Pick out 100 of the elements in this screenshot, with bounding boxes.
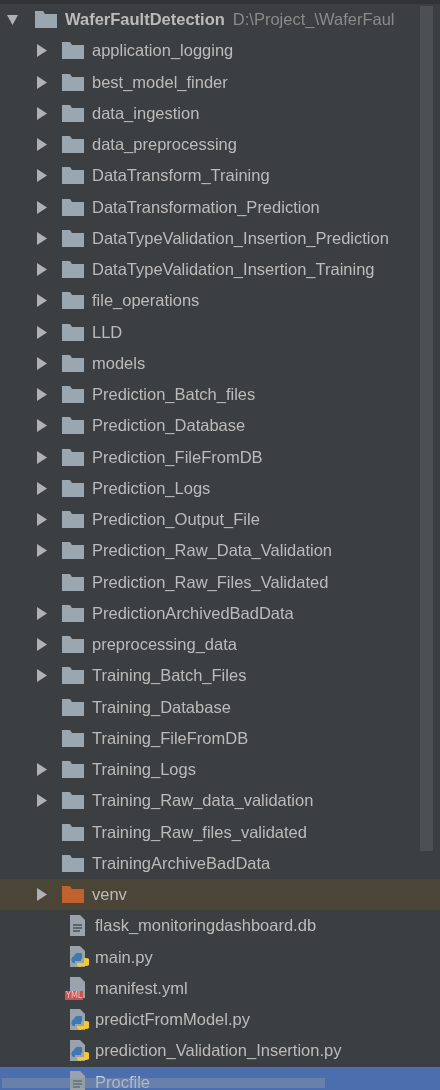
tree-row[interactable]: Training_Raw_data_validation (0, 785, 440, 817)
collapsed-arrow-icon[interactable] (36, 606, 47, 620)
collapsed-arrow-icon[interactable] (36, 450, 47, 464)
folder-name: LLD (92, 322, 123, 342)
folder-name: data_preprocessing (92, 135, 237, 155)
collapsed-arrow-icon[interactable] (36, 481, 47, 495)
folder-name: DataTransform_Training (92, 166, 270, 186)
tree-row[interactable]: DataTypeValidation_Insertion_Training (0, 254, 440, 286)
folder-name: Training_FileFromDB (92, 728, 249, 748)
folder-name: best_model_finder (92, 72, 228, 92)
folder-name: venv (92, 885, 127, 905)
tree-row[interactable]: main.py (0, 941, 440, 973)
folder-name: Prediction_Raw_Data_Validation (92, 541, 332, 561)
folder-name: application_logging (92, 41, 234, 61)
folder-name: DataTypeValidation_Insertion_Training (92, 260, 375, 280)
tree-row[interactable]: Training_Logs (0, 754, 440, 786)
collapsed-arrow-icon[interactable] (36, 294, 47, 308)
collapsed-arrow-icon[interactable] (36, 513, 47, 527)
folder-icon (62, 448, 84, 466)
folder-name: Training_Raw_files_validated (92, 822, 307, 842)
project-name[interactable]: WaferFaultDetection (65, 10, 225, 30)
folder-icon (62, 573, 84, 591)
folder-name: Prediction_FileFromDB (92, 447, 263, 467)
tree-row[interactable]: Training_Database (0, 691, 440, 723)
tree-row[interactable]: Prediction_Batch_files (0, 379, 440, 411)
tree-row[interactable]: DataTypeValidation_Insertion_Prediction (0, 222, 440, 254)
folder-name: Prediction_Raw_Files_Validated (92, 572, 329, 592)
collapsed-arrow-icon[interactable] (36, 263, 47, 277)
folder-icon (62, 542, 84, 560)
tree-row[interactable]: best_model_finder (0, 66, 440, 98)
collapsed-arrow-icon[interactable] (36, 419, 47, 433)
collapsed-arrow-icon[interactable] (36, 169, 47, 183)
collapsed-arrow-icon[interactable] (36, 75, 47, 89)
tree-row[interactable]: models (0, 347, 440, 379)
folder-icon (62, 386, 84, 404)
folder-icon (62, 511, 84, 529)
tree-row[interactable]: file_operations (0, 285, 440, 317)
folder-name: Prediction_Logs (92, 478, 211, 498)
folder-name: Prediction_Database (92, 416, 246, 436)
folder-name: models (92, 353, 146, 373)
collapsed-arrow-icon[interactable] (36, 388, 47, 402)
folder-name: Training_Raw_data_validation (92, 791, 314, 811)
folder-name: data_ingestion (92, 103, 200, 123)
collapsed-arrow-icon[interactable] (36, 231, 47, 245)
folder-icon (62, 761, 84, 779)
folder-name: PredictionArchivedBadData (92, 603, 294, 623)
collapsed-arrow-icon[interactable] (36, 138, 47, 152)
tree-row[interactable]: DataTransformation_Prediction (0, 191, 440, 223)
file-name: manifest.yml (95, 978, 188, 998)
collapsed-arrow-icon[interactable] (36, 638, 47, 652)
tree-row[interactable]: DataTransform_Training (0, 160, 440, 192)
tree-row[interactable]: TrainingArchiveBadData (0, 847, 440, 879)
collapsed-arrow-icon[interactable] (36, 669, 47, 683)
folder-icon (62, 636, 84, 654)
file-name: main.py (95, 947, 153, 967)
project-path: D:\Project_\WaferFaul (232, 10, 395, 30)
collapsed-arrow-icon[interactable] (36, 356, 47, 370)
tree-row[interactable]: Training_Raw_files_validated (0, 816, 440, 848)
tree-row[interactable]: LLD (0, 316, 440, 348)
folder-icon (62, 667, 84, 685)
tree-row[interactable]: application_logging (0, 35, 440, 67)
folder-name: TrainingArchiveBadData (92, 853, 271, 873)
tree-row[interactable]: Training_FileFromDB (0, 722, 440, 754)
collapsed-arrow-icon[interactable] (36, 106, 47, 120)
folder-icon (62, 886, 84, 904)
excluded-tree-row[interactable]: venv (0, 879, 440, 911)
tree-row[interactable]: Training_Batch_Files (0, 660, 440, 692)
expanded-arrow-icon[interactable] (7, 13, 18, 27)
tree-row[interactable]: data_ingestion (0, 97, 440, 129)
tree-row[interactable]: data_preprocessing (0, 129, 440, 161)
tree-row[interactable]: preprocessing_data (0, 629, 440, 661)
collapsed-arrow-icon[interactable] (36, 794, 47, 808)
tree-row[interactable]: predictFromModel.py (0, 1004, 440, 1036)
folder-name: Training_Batch_Files (92, 666, 247, 686)
tree-row[interactable]: YML manifest.yml (0, 972, 440, 1004)
folder-icon (35, 11, 57, 29)
collapsed-arrow-icon[interactable] (36, 544, 47, 558)
folder-name: DataTypeValidation_Insertion_Prediction (92, 228, 389, 248)
tree-row[interactable]: prediction_Validation_Insertion.py (0, 1035, 440, 1067)
folder-icon (62, 73, 84, 91)
folder-name: Prediction_Output_File (92, 510, 260, 530)
collapsed-arrow-icon[interactable] (36, 888, 47, 902)
file-name: prediction_Validation_Insertion.py (95, 1041, 342, 1061)
folder-name: DataTransformation_Prediction (92, 197, 320, 217)
tree-row[interactable]: Prediction_Logs (0, 472, 440, 504)
tree-row[interactable]: Prediction_Database (0, 410, 440, 442)
collapsed-arrow-icon[interactable] (36, 44, 47, 58)
folder-icon (62, 823, 84, 841)
tree-row[interactable]: Prediction_Raw_Files_Validated (0, 566, 440, 598)
tree-row[interactable]: Prediction_FileFromDB (0, 441, 440, 473)
tree-row[interactable]: PredictionArchivedBadData (0, 597, 440, 629)
tree-row[interactable]: flask_monitoringdashboard.db (0, 910, 440, 942)
tree-row[interactable]: Prediction_Output_File (0, 504, 440, 536)
horizontal-scrollbar[interactable] (2, 1078, 325, 1088)
collapsed-arrow-icon[interactable] (36, 200, 47, 214)
collapsed-arrow-icon[interactable] (36, 763, 47, 777)
folder-icon (62, 698, 84, 716)
folder-icon (62, 198, 84, 216)
collapsed-arrow-icon[interactable] (36, 325, 47, 339)
tree-row[interactable]: Prediction_Raw_Data_Validation (0, 535, 440, 567)
